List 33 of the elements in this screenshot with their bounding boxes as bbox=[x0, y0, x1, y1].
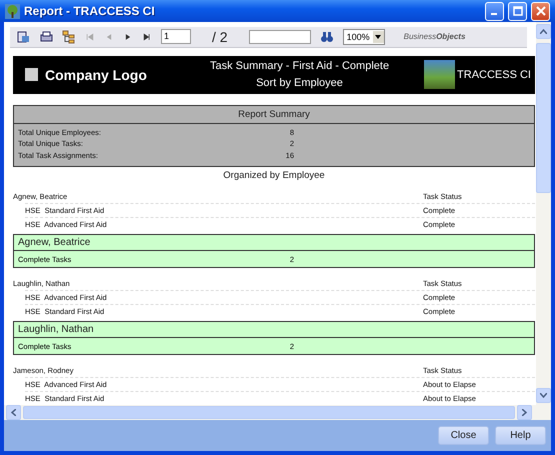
scroll-left-icon[interactable] bbox=[6, 405, 21, 420]
search-field[interactable] bbox=[248, 30, 311, 44]
binoculars-icon[interactable] bbox=[320, 30, 334, 44]
product-name: TRACCESS CI bbox=[457, 68, 531, 80]
dialog-button[interactable]: Close bbox=[438, 426, 489, 445]
scroll-right-icon[interactable] bbox=[517, 405, 532, 420]
dialog-button[interactable]: Help bbox=[495, 426, 546, 445]
scroll-down-icon[interactable] bbox=[536, 388, 551, 403]
maximize-icon bbox=[512, 6, 522, 16]
zoom-dropdown[interactable]: 100% bbox=[342, 28, 385, 45]
brand-logo: BusinessObjects bbox=[404, 32, 466, 42]
window-title: Report - TRACCESS CI bbox=[24, 4, 156, 18]
scroll-up-icon[interactable] bbox=[536, 24, 551, 39]
maximize-button[interactable] bbox=[508, 2, 527, 20]
company-logo-text: Company Logo bbox=[45, 66, 147, 82]
section-title: Organized by Employee bbox=[222, 170, 326, 181]
minimize-button[interactable] bbox=[485, 2, 504, 20]
logo-placeholder bbox=[25, 68, 38, 81]
close-button[interactable] bbox=[531, 2, 550, 20]
summary-title: Report Summary bbox=[14, 106, 534, 124]
employee-summary-name: Laughlin, Nathan bbox=[14, 322, 534, 338]
close-icon bbox=[536, 6, 546, 16]
employee-summary-name: Agnew, Beatrice bbox=[14, 235, 534, 251]
photo-placeholder bbox=[424, 60, 456, 89]
app-icon bbox=[5, 4, 20, 18]
print-icon[interactable] bbox=[39, 30, 53, 44]
page-number-field[interactable]: 1 bbox=[161, 29, 191, 44]
group-tree-icon[interactable] bbox=[62, 30, 76, 44]
report-subtitle: Sort by Employee bbox=[256, 77, 343, 89]
export-icon[interactable] bbox=[16, 30, 30, 44]
report-title: Task Summary - First Aid - Complete bbox=[210, 60, 390, 72]
caret-icon bbox=[375, 34, 382, 39]
page-total: / 2 bbox=[212, 28, 228, 45]
